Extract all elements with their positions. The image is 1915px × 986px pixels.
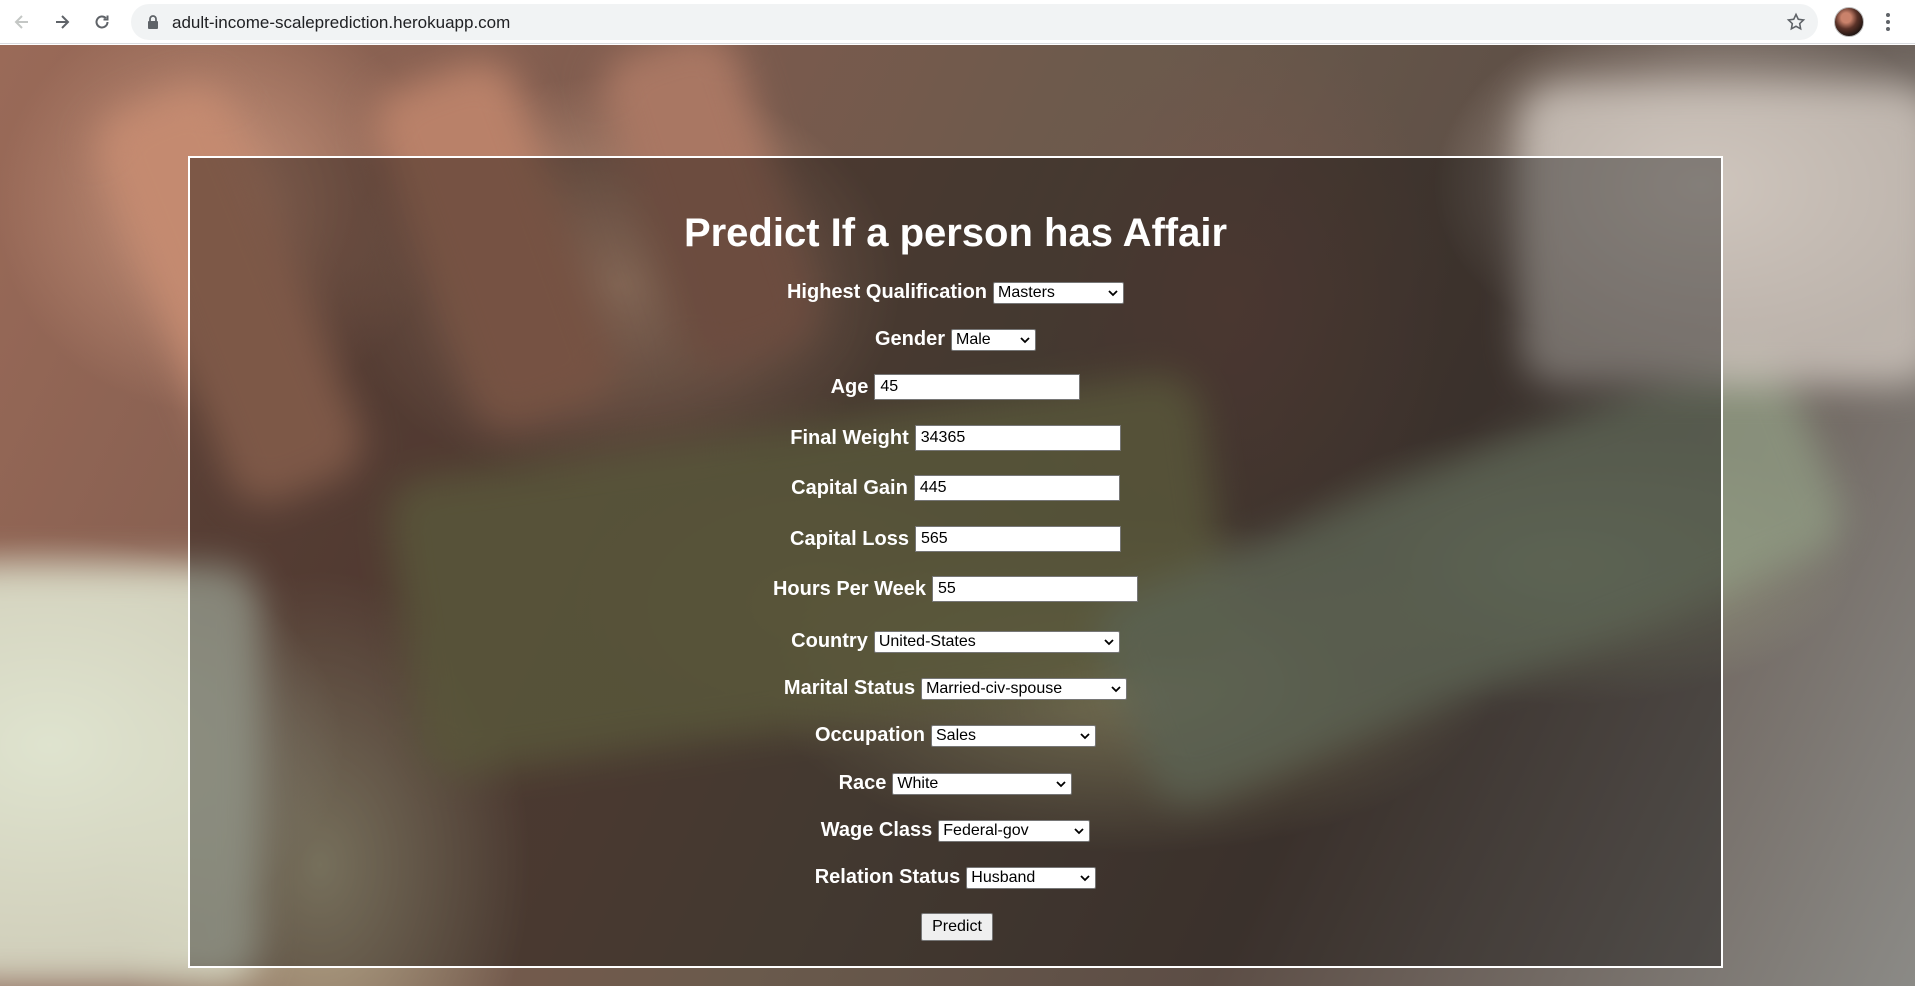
chevron-down-icon [1104,638,1114,645]
age-label: Age [830,375,869,398]
marital-status-label: Marital Status [783,677,916,699]
lock-icon [148,15,158,29]
page-title: Predict If a person has Affair [683,211,1228,255]
final-weight-label: Final Weight [790,426,909,449]
form-row-age: Age 45 [190,374,1721,400]
chevron-down-icon [1111,685,1121,692]
age-input[interactable]: 45 [874,374,1081,400]
forward-button[interactable] [48,8,76,36]
form-row-race: Race White [190,772,1721,795]
form-row-gender: Gender Male [190,328,1721,351]
chevron-down-icon [1080,874,1090,881]
more-menu-icon[interactable] [1878,8,1898,36]
relation-status-label: Relation Status [814,866,961,888]
country-select[interactable]: United-States [873,630,1120,653]
form-row-capital-gain: Capital Gain 445 [190,475,1721,501]
hours-per-week-label: Hours Per Week [772,577,927,600]
back-arrow-icon [14,15,28,29]
gender-select-value: Male [956,330,991,348]
qualification-label: Highest Qualification [786,281,988,303]
chevron-down-icon [1020,336,1030,343]
wage-class-label: Wage Class [820,819,933,841]
hours-per-week-input[interactable]: 55 [932,576,1139,602]
profile-avatar[interactable] [1834,7,1864,37]
occupation-select[interactable]: Sales [931,724,1096,747]
race-select[interactable]: White [892,772,1073,795]
capital-gain-label: Capital Gain [791,476,908,499]
capital-gain-input[interactable]: 445 [913,475,1120,501]
marital-status-select-value: Married-civ-spouse [926,679,1063,697]
country-select-value: United-States [878,632,976,650]
form-row-marital-status: Marital Status Married-civ-spouse [190,677,1721,700]
wage-class-select[interactable]: Federal-gov [938,819,1091,842]
gender-label: Gender [874,328,946,350]
form-row-occupation: Occupation Sales [190,724,1721,747]
relation-status-select-value: Husband [971,868,1036,886]
reload-button[interactable] [88,8,116,36]
form-row-qualification: Highest Qualification Masters [190,281,1721,304]
forward-arrow-icon [56,15,70,29]
form-row-capital-loss: Capital Loss 565 [190,526,1721,552]
url-text: adult-income-scaleprediction.herokuapp.c… [172,13,511,32]
bookmark-star-icon[interactable] [1786,12,1806,32]
browser-toolbar: adult-income-scaleprediction.herokuapp.c… [0,0,1915,44]
qualification-select[interactable]: Masters [993,281,1125,304]
marital-status-select[interactable]: Married-civ-spouse [921,677,1128,700]
final-weight-input[interactable]: 34365 [914,425,1121,451]
race-label: Race [838,772,887,794]
capital-loss-label: Capital Loss [790,527,909,550]
form-row-hours-per-week: Hours Per Week 55 [190,576,1721,602]
form-row-country: Country United-States [190,630,1721,653]
qualification-select-value: Masters [998,283,1055,301]
chevron-down-icon [1108,289,1118,296]
address-bar[interactable]: adult-income-scaleprediction.herokuapp.c… [131,4,1818,40]
page-background: Predict If a person has Affair Highest Q… [0,45,1915,986]
back-button[interactable] [8,8,36,36]
chevron-down-icon [1074,827,1084,834]
race-select-value: White [897,774,939,792]
capital-loss-input[interactable]: 565 [914,526,1121,552]
wage-class-select-value: Federal-gov [943,821,1029,839]
form-row-final-weight: Final Weight 34365 [190,425,1721,451]
occupation-select-value: Sales [936,726,977,744]
gender-select[interactable]: Male [951,328,1037,351]
form-row-wage-class: Wage Class Federal-gov [190,819,1721,842]
chevron-down-icon [1080,732,1090,739]
form-row-relation-status: Relation Status Husband [190,866,1721,889]
predict-button[interactable]: Predict [921,913,993,941]
chevron-down-icon [1056,780,1067,787]
occupation-label: Occupation [814,724,925,746]
reload-icon [95,15,109,29]
country-label: Country [791,630,868,652]
relation-status-select[interactable]: Husband [966,866,1097,889]
prediction-form-panel: Predict If a person has Affair Highest Q… [188,156,1723,968]
